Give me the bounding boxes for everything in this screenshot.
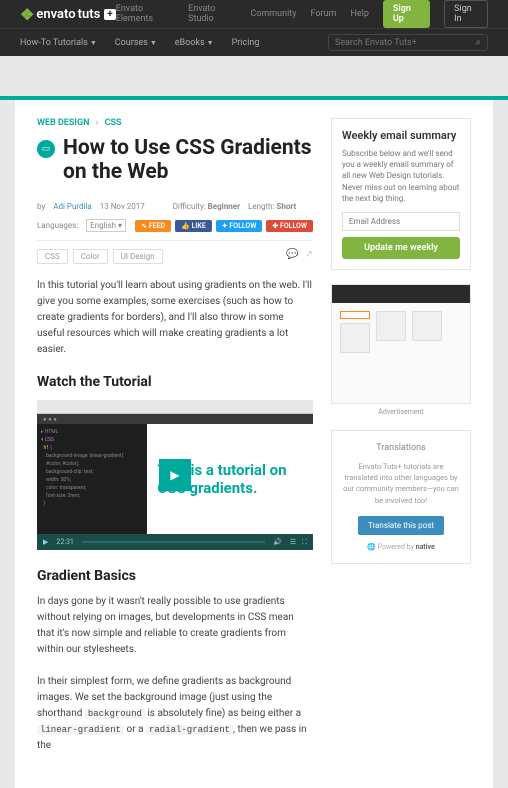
tag-uidesign[interactable]: UI Design bbox=[113, 249, 163, 264]
update-button[interactable]: Update me weekly bbox=[342, 237, 460, 259]
basics-p2: In their simplest form, we define gradie… bbox=[37, 674, 313, 754]
translate-button[interactable]: Translate this post bbox=[358, 516, 444, 535]
weekly-email-box: Weekly email summary Subscribe below and… bbox=[331, 118, 471, 270]
language-select[interactable]: English ▾ bbox=[86, 219, 126, 232]
category-icon: ▭ bbox=[37, 140, 55, 158]
chevron-down-icon: ▼ bbox=[90, 39, 97, 47]
video-time: 22:31 bbox=[56, 538, 73, 546]
advertisement[interactable] bbox=[331, 284, 471, 404]
top-link-community[interactable]: Community bbox=[250, 9, 296, 19]
play-control-icon[interactable]: ▶ bbox=[43, 538, 48, 546]
top-link-help[interactable]: Help bbox=[350, 9, 368, 19]
feed-badge[interactable]: ∿ FEED bbox=[135, 220, 171, 232]
author-link[interactable]: Adi Purdila bbox=[53, 202, 92, 211]
chevron-down-icon: ▼ bbox=[207, 39, 214, 47]
search-input[interactable] bbox=[335, 38, 475, 48]
weekly-text: Subscribe below and we'll send you a wee… bbox=[342, 148, 460, 204]
weekly-title: Weekly email summary bbox=[342, 129, 460, 142]
progress-bar[interactable] bbox=[82, 541, 265, 543]
search-icon[interactable]: ⌕ bbox=[475, 37, 481, 48]
video-controls[interactable]: ▶ 22:31 🔊 ☰ ⛶ bbox=[37, 534, 313, 550]
like-badge[interactable]: 👍 LIKE bbox=[175, 220, 212, 232]
nav-courses[interactable]: Courses▼ bbox=[115, 38, 157, 48]
fullscreen-icon[interactable]: ⛶ bbox=[302, 538, 307, 547]
code-panel: ▸ HTML▾ CSS h1 { background-image: linea… bbox=[37, 424, 147, 534]
comment-icon[interactable]: 💬 bbox=[286, 249, 298, 264]
nav-howto[interactable]: How-To Tutorials▼ bbox=[20, 38, 97, 48]
basics-p1: In days gone by it wasn't really possibl… bbox=[37, 594, 313, 658]
email-field[interactable] bbox=[342, 212, 460, 231]
by-label: by bbox=[37, 202, 45, 211]
video-player[interactable]: ● ● ● ▸ HTML▾ CSS h1 { background-image:… bbox=[37, 400, 313, 550]
nav-pricing[interactable]: Pricing bbox=[232, 38, 260, 48]
nav-ebooks[interactable]: eBooks▼ bbox=[175, 38, 214, 48]
share-icon[interactable]: ↗ bbox=[305, 249, 313, 264]
ad-label: Advertisement bbox=[331, 408, 471, 416]
breadcrumb-cat[interactable]: WEB DESIGN bbox=[37, 118, 89, 128]
logo-sub: tuts bbox=[78, 7, 101, 22]
tag-css[interactable]: CSS bbox=[37, 249, 68, 264]
signup-button[interactable]: Sign Up bbox=[383, 0, 430, 28]
breadcrumb: WEB DESIGN › CSS bbox=[37, 118, 313, 128]
article-date: 13 Nov 2017 bbox=[100, 202, 145, 211]
logo-brand: envato bbox=[36, 7, 75, 22]
translations-title: Translations bbox=[342, 443, 460, 453]
follow-badge[interactable]: ✦ FOLLOW bbox=[216, 220, 263, 232]
breadcrumb-sub[interactable]: CSS bbox=[105, 118, 122, 128]
intro-paragraph: In this tutorial you'll learn about usin… bbox=[37, 278, 313, 358]
volume-icon[interactable]: 🔊 bbox=[273, 538, 282, 546]
logo-plus: + bbox=[104, 9, 115, 20]
heading-basics: Gradient Basics bbox=[37, 568, 313, 584]
translations-text: Envato Tuts+ tutorials are translated in… bbox=[342, 461, 460, 506]
logo[interactable]: ❖ envato tuts + bbox=[20, 5, 116, 24]
top-link-studio[interactable]: Envato Studio bbox=[188, 4, 236, 24]
tag-color[interactable]: Color bbox=[73, 249, 108, 264]
play-icon[interactable]: ▶ bbox=[159, 459, 191, 491]
cc-icon[interactable]: ☰ bbox=[290, 538, 296, 547]
gfollow-badge[interactable]: ✚ FOLLOW bbox=[266, 220, 313, 232]
top-link-elements[interactable]: Envato Elements bbox=[116, 4, 174, 24]
heading-watch: Watch the Tutorial bbox=[37, 374, 313, 390]
search-box[interactable]: ⌕ bbox=[328, 34, 488, 51]
top-link-forum[interactable]: Forum bbox=[311, 9, 337, 19]
chevron-down-icon: ▼ bbox=[150, 39, 157, 47]
translations-box: Translations Envato Tuts+ tutorials are … bbox=[331, 430, 471, 564]
signin-button[interactable]: Sign In bbox=[444, 0, 488, 28]
leaf-icon: ❖ bbox=[20, 5, 34, 24]
page-title: How to Use CSS Gradients on the Web bbox=[63, 136, 313, 184]
powered-by: 🌐 Powered by native bbox=[342, 543, 460, 551]
